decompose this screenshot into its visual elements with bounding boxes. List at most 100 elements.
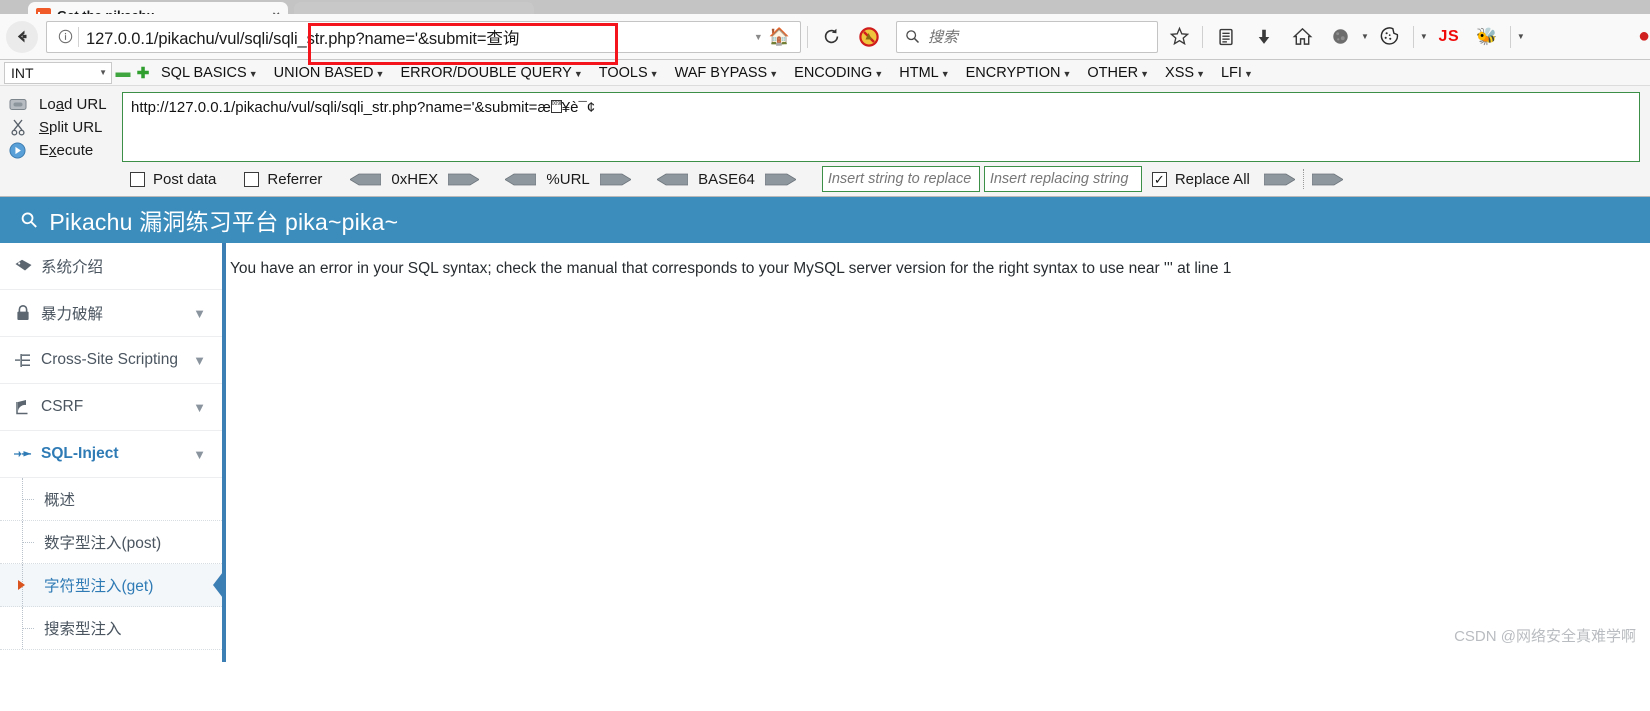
javascript-toggle-button[interactable]: JS <box>1432 20 1466 54</box>
arrow-right-icon[interactable] <box>448 173 480 186</box>
url-divider <box>78 26 79 47</box>
sidebar-item-cross-site-scripting[interactable]: Cross-Site Scripting ▼ <box>0 337 222 384</box>
chevron-down-icon[interactable]: ▼ <box>193 306 206 321</box>
menu-label: UNION BASED <box>273 64 374 81</box>
downloads-icon <box>1258 29 1270 44</box>
browser-tab-inactive[interactable] <box>294 2 534 14</box>
chevron-down-icon[interactable]: ▼ <box>193 400 206 415</box>
sidebar-item-sql-inject[interactable]: SQL-Inject ▼ <box>0 431 222 478</box>
load-url-label: Load URL <box>39 96 107 113</box>
chevron-down-icon[interactable]: ▼ <box>193 353 206 368</box>
browser-navbar: 127.0.0.1/pikachu/vul/sqli/sqli_str.php?… <box>0 14 1650 65</box>
chevron-down-icon: ▼ <box>1062 68 1072 79</box>
hackbar-menu-row: INT ▼ ▬ ✚ SQL BASICS ▼ UNION BASED ▼ ERR… <box>0 60 1650 86</box>
arrow-right-icon[interactable] <box>764 173 796 186</box>
menu-label: SQL BASICS <box>161 64 247 81</box>
downloads-button[interactable] <box>1247 20 1281 54</box>
referrer-checkbox[interactable] <box>244 171 260 187</box>
sidebar-item-brute-force[interactable]: 暴力破解 ▼ <box>0 290 222 337</box>
browser-tab-active[interactable]: Get the pikachu × <box>28 2 288 14</box>
sidebar-subitem-label: 字符型注入(get) <box>44 578 154 595</box>
post-data-label: Post data <box>153 170 217 188</box>
split-url-button[interactable]: Split URL <box>8 116 122 139</box>
replace-with-input[interactable]: Insert replacing string <box>983 166 1142 192</box>
script-blocker-button[interactable] <box>852 20 886 54</box>
page-title: Pikachu 漏洞练习平台 pika~pika~ <box>49 209 399 235</box>
sidebar-subitem-label: 搜索型注入 <box>44 621 122 638</box>
scissors-icon <box>8 118 27 137</box>
search-input[interactable]: 搜索 <box>928 26 958 47</box>
current-item-arrow-icon <box>18 580 25 590</box>
hackbar-menu-waf-bypass[interactable]: WAF BYPASS ▼ <box>668 65 786 81</box>
sidebar-subitem-numeric-post[interactable]: 数字型注入(post) <box>0 521 222 564</box>
share-icon <box>14 399 32 415</box>
chevron-down-icon: ▼ <box>1140 68 1150 79</box>
execute-button[interactable]: Execute <box>8 139 122 162</box>
sidebar-item-system-intro[interactable]: 系统介绍 <box>0 243 222 290</box>
sidebar-item-csrf[interactable]: CSRF ▼ <box>0 384 222 431</box>
url-encode-label: %URL <box>546 170 590 188</box>
menu-label: TOOLS <box>598 64 648 81</box>
url-bar[interactable]: 127.0.0.1/pikachu/vul/sqli/sqli_str.php?… <box>46 20 801 53</box>
home-page-icon[interactable]: 🏠 <box>769 28 796 45</box>
home-button[interactable] <box>1285 20 1319 54</box>
post-data-checkbox-wrap[interactable]: Post data <box>130 171 216 188</box>
hackbar-menu-html[interactable]: HTML ▼ <box>892 65 956 81</box>
search-bar[interactable]: 搜索 <box>896 20 1158 53</box>
extension-icon-partial[interactable]: ● <box>1638 25 1650 47</box>
arrow-left-icon[interactable] <box>505 173 537 186</box>
back-button[interactable] <box>6 20 38 53</box>
chevron-down-icon[interactable]: ▼ <box>748 32 769 42</box>
info-circle-icon[interactable] <box>55 27 75 47</box>
replace-find-input[interactable]: Insert string to replace <box>821 166 980 192</box>
hackbar-type-select[interactable]: INT ▼ <box>4 61 112 84</box>
chevron-down-icon[interactable]: ▼ <box>1361 32 1369 41</box>
post-data-checkbox[interactable] <box>130 171 145 187</box>
sidebar-subitem-search-type[interactable]: 搜索型注入 <box>0 607 222 650</box>
extra-arrow-icon[interactable] <box>1311 173 1343 186</box>
replace-go-arrow-icon[interactable] <box>1263 173 1295 186</box>
arrow-right-icon[interactable] <box>600 173 632 186</box>
arrow-left-icon[interactable] <box>657 173 689 186</box>
hackbar-add-button[interactable]: ✚ <box>134 62 152 84</box>
sidebar-item-label: Cross-Site Scripting <box>41 351 178 368</box>
hackbar-url-area: http://127.0.0.1/pikachu/vul/sqli/sqli_s… <box>122 92 1640 162</box>
reader-list-button[interactable] <box>1209 20 1243 54</box>
referrer-checkbox-wrap[interactable]: Referrer <box>244 171 322 188</box>
sidebar-subitem-overview[interactable]: 概述 <box>0 478 222 521</box>
hackbar-menu-union-based[interactable]: UNION BASED ▼ <box>267 65 392 81</box>
pikachu-header: ⚲ Pikachu 漏洞练习平台 pika~pika~ <box>0 197 1650 243</box>
url-text[interactable]: 127.0.0.1/pikachu/vul/sqli/sqli_str.php?… <box>86 25 748 49</box>
chevron-down-icon[interactable]: ▼ <box>193 447 206 462</box>
hackbar-url-textarea[interactable]: http://127.0.0.1/pikachu/vul/sqli/sqli_s… <box>122 92 1640 162</box>
hackbar-menu-sql-basics[interactable]: SQL BASICS ▼ <box>154 65 265 81</box>
url-converter-group: %URL <box>505 170 632 188</box>
load-url-button[interactable]: Load URL <box>8 93 122 116</box>
hackbar-menu-lfi[interactable]: LFI ▼ <box>1214 65 1260 81</box>
hackbar-menu-tools[interactable]: TOOLS ▼ <box>592 65 666 81</box>
reload-button[interactable] <box>814 20 848 54</box>
arrow-left-icon[interactable] <box>350 173 382 186</box>
hackbar-menu-encryption[interactable]: ENCRYPTION ▼ <box>959 65 1079 81</box>
replace-all-checkbox[interactable]: ✓ <box>1151 171 1167 187</box>
bug-button[interactable]: 🐝 <box>1470 20 1504 54</box>
hackbar-remove-button[interactable]: ▬ <box>114 62 132 84</box>
chevron-down-icon[interactable]: ▼ <box>1420 32 1428 41</box>
globe-button[interactable] <box>1323 20 1357 54</box>
watermark: CSDN @网络安全真难学啊 <box>1454 628 1636 645</box>
pikachu-body: 系统介绍 暴力破解 ▼ Cross-Site Scripting ▼ CSRF … <box>0 243 1650 662</box>
hackbar-menu-other[interactable]: OTHER ▼ <box>1080 65 1156 81</box>
home-icon <box>1292 27 1312 45</box>
hackbar-menu-error-double-query[interactable]: ERROR/DOUBLE QUERY ▼ <box>393 65 589 81</box>
bookmark-button[interactable] <box>1162 20 1196 54</box>
chevron-down-icon: ▼ <box>940 68 950 79</box>
chevron-down-icon[interactable]: ▼ <box>1517 32 1525 41</box>
hackbar-menu-xss[interactable]: XSS ▼ <box>1158 65 1212 81</box>
sidebar-subitem-string-get[interactable]: 字符型注入(get) <box>0 564 226 607</box>
replace-all-checkbox-wrap[interactable]: ✓ Replace All <box>1151 171 1250 188</box>
hackbar-url-unprintable-glyph: 009F <box>550 100 562 113</box>
base64-converter-group: BASE64 <box>657 171 796 188</box>
chevron-down-icon: ▼ <box>99 68 107 77</box>
cookie-button[interactable] <box>1373 20 1407 54</box>
hackbar-menu-encoding[interactable]: ENCODING ▼ <box>787 65 890 81</box>
